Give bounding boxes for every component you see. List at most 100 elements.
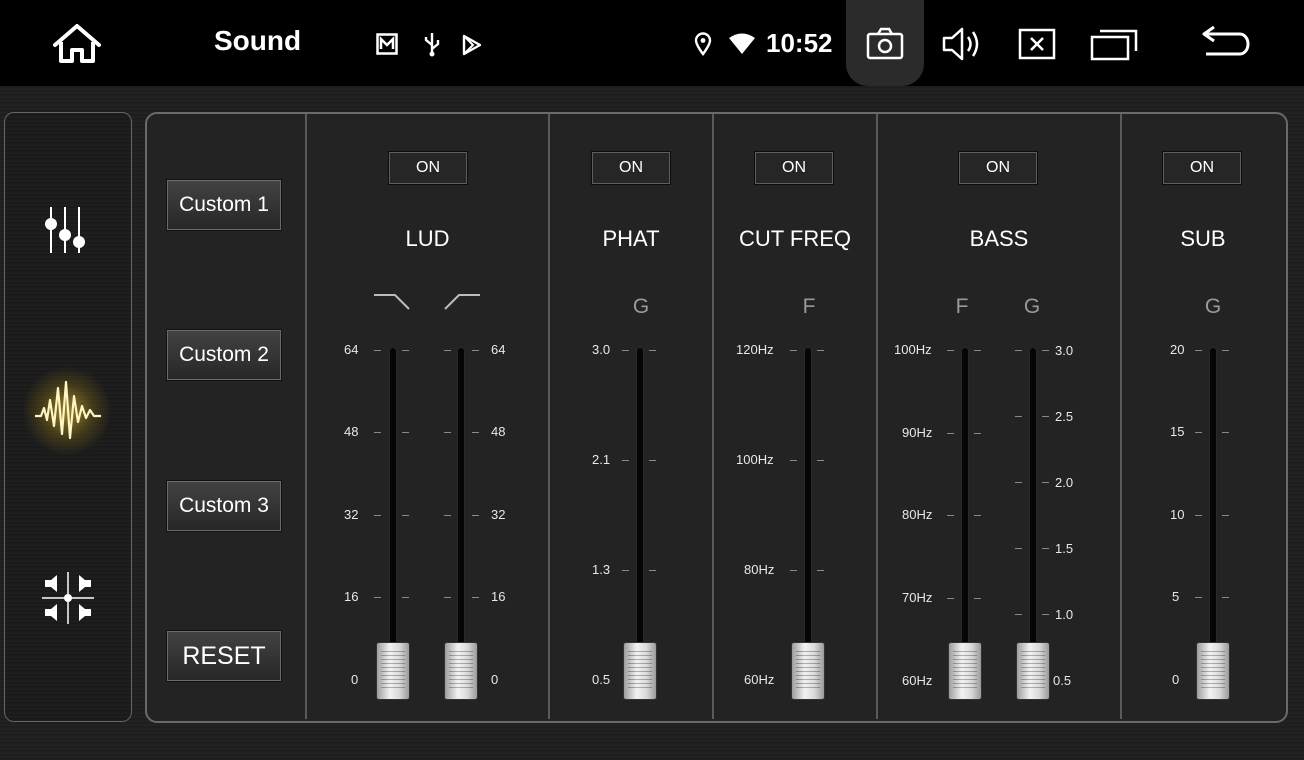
custom-1-button[interactable]: Custom 1 (166, 179, 282, 231)
tick (1015, 482, 1022, 483)
bass-frequency-slider-thumb[interactable] (948, 642, 982, 700)
bass-on-toggle[interactable]: ON (958, 151, 1038, 185)
phat-label: 3.0 (592, 342, 611, 357)
phat-title: PHAT (602, 226, 660, 251)
tick (790, 350, 797, 351)
custom-2-button[interactable]: Custom 2 (166, 329, 282, 381)
cut-freq-on-toggle[interactable]: ON (754, 151, 834, 185)
recent-apps-icon[interactable] (1090, 27, 1138, 61)
column-divider (1120, 114, 1122, 719)
tick (947, 433, 954, 434)
sound-settings-panel (145, 112, 1288, 723)
tick (1195, 350, 1202, 351)
bass-frequency-label: 80Hz (902, 507, 933, 522)
sub-label: 5 (1172, 589, 1180, 604)
tick (1222, 597, 1229, 598)
equalizer-sliders-icon[interactable] (43, 205, 91, 255)
lud-left-label: 48 (344, 424, 359, 439)
tick (1195, 597, 1202, 598)
tick (947, 515, 954, 516)
phat-slider-track[interactable] (637, 348, 643, 678)
sub-value: 0 (1172, 672, 1180, 687)
back-icon[interactable] (1196, 26, 1258, 64)
phat-on-toggle[interactable]: ON (591, 151, 671, 185)
tick (1195, 432, 1202, 433)
column-divider (548, 114, 550, 719)
volume-icon[interactable] (942, 26, 982, 62)
tick (622, 350, 629, 351)
sub-label: 15 (1170, 424, 1185, 439)
lud-left-value: 0 (351, 672, 359, 687)
tick (472, 597, 479, 598)
tick (974, 515, 981, 516)
tick (817, 460, 824, 461)
cut-freq-value: 60Hz (744, 672, 775, 687)
bass-title: BASS (969, 226, 1029, 251)
bass-frequency-label: 70Hz (902, 590, 933, 605)
home-icon[interactable] (50, 22, 104, 66)
close-app-icon[interactable] (1018, 28, 1056, 60)
tick (472, 350, 479, 351)
cut-freq-title: CUT FREQ (738, 226, 852, 251)
tick (374, 432, 381, 433)
tick (1015, 416, 1022, 417)
tick (444, 350, 451, 351)
bass-gain-slider-track[interactable] (1030, 348, 1036, 678)
tick (790, 460, 797, 461)
tick (1042, 548, 1049, 549)
lud-right-label: 16 (491, 589, 506, 604)
column-divider (305, 114, 307, 719)
bass-gain-label: 1.0 (1055, 607, 1074, 622)
tick (402, 515, 409, 516)
column-divider (712, 114, 714, 719)
lud-left-slider-thumb[interactable] (376, 642, 410, 700)
custom-3-button[interactable]: Custom 3 (166, 480, 282, 532)
tick (444, 515, 451, 516)
tick (1195, 515, 1202, 516)
cut-freq-label: 80Hz (744, 562, 775, 577)
tick (1015, 614, 1022, 615)
tick (649, 350, 656, 351)
tick (1042, 482, 1049, 483)
phat-slider-thumb[interactable] (623, 642, 657, 700)
sub-title: SUB (1180, 226, 1226, 251)
cut-freq-slider-thumb[interactable] (791, 642, 825, 700)
lud-on-toggle[interactable]: ON (388, 151, 468, 185)
sub-gain-label: G (1204, 295, 1222, 318)
lud-right-label: 48 (491, 424, 506, 439)
lud-right-slider-track[interactable] (458, 348, 464, 678)
lud-left-slider-track[interactable] (390, 348, 396, 678)
bass-gain-label: 2.5 (1055, 409, 1074, 424)
tick (402, 597, 409, 598)
tick (622, 570, 629, 571)
speaker-balance-icon[interactable] (42, 572, 94, 624)
tick (974, 598, 981, 599)
sub-slider-track[interactable] (1210, 348, 1216, 678)
lud-right-slider-thumb[interactable] (444, 642, 478, 700)
tick (374, 350, 381, 351)
tick (1015, 350, 1022, 351)
low-cut-filter-icon (444, 294, 480, 310)
high-cut-filter-icon (374, 294, 410, 310)
tick (472, 432, 479, 433)
column-divider (876, 114, 878, 719)
cut-freq-slider-track[interactable] (805, 348, 811, 678)
bass-frequency-label: 100Hz (894, 342, 932, 357)
tick (974, 350, 981, 351)
tick (374, 597, 381, 598)
tick (472, 515, 479, 516)
sub-on-toggle[interactable]: ON (1162, 151, 1242, 185)
tick (817, 350, 824, 351)
tick (947, 598, 954, 599)
tick (402, 432, 409, 433)
bass-frequency-slider-track[interactable] (962, 348, 968, 678)
sound-wave-icon[interactable] (33, 378, 103, 444)
reset-button[interactable]: RESET (166, 630, 282, 682)
gallery-notification-icon (376, 33, 398, 55)
screenshot-icon[interactable] (866, 27, 904, 61)
cut-freq-label: 120Hz (736, 342, 774, 357)
sub-slider-thumb[interactable] (1196, 642, 1230, 700)
bass-gain-slider-thumb[interactable] (1016, 642, 1050, 700)
location-icon (694, 32, 712, 56)
lud-right-label: 64 (491, 342, 506, 357)
